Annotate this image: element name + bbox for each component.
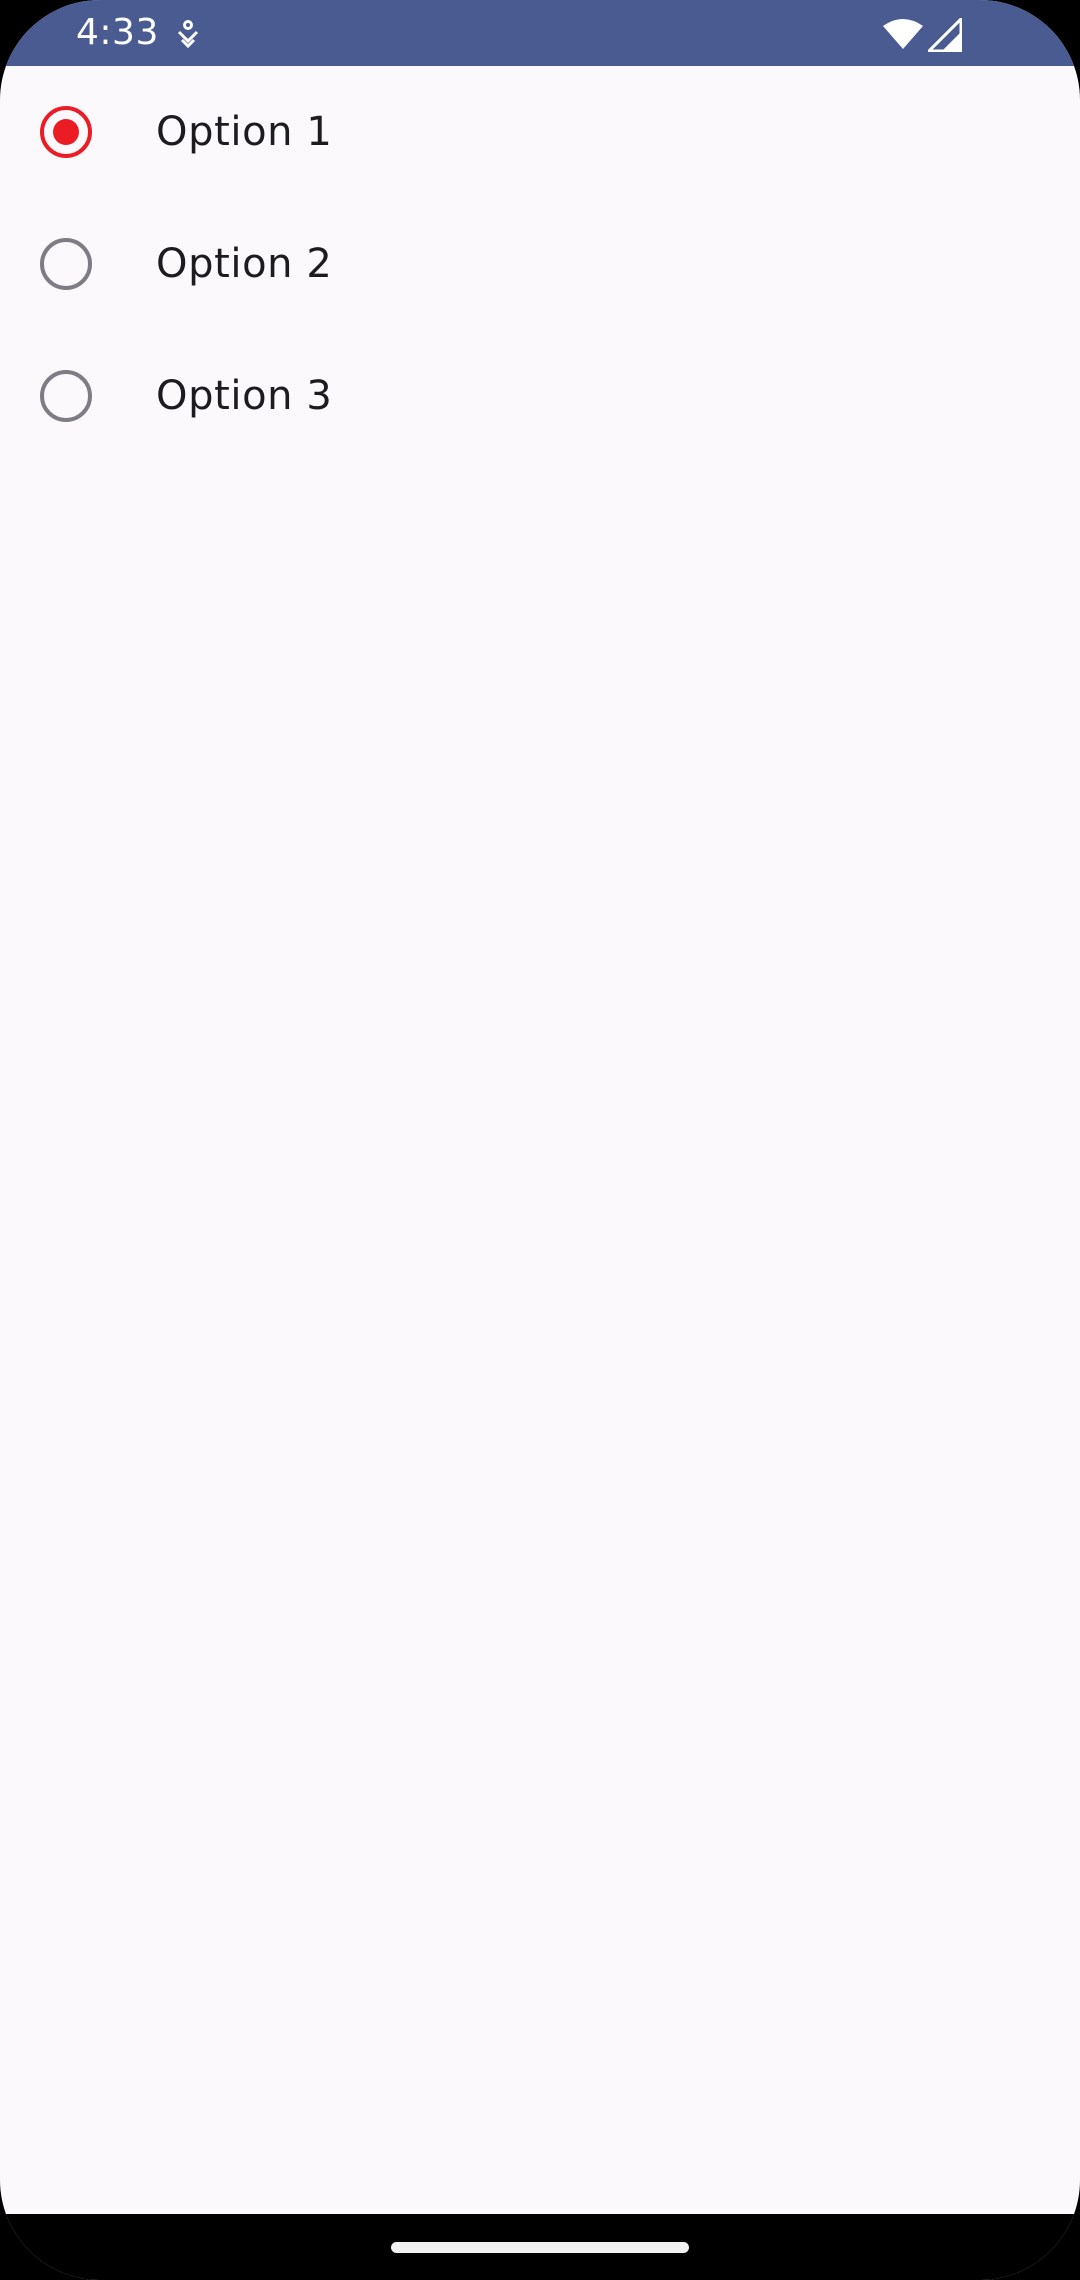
signal-icon [928, 18, 962, 52]
radio-group: Option 1 Option 2 Option 3 [0, 66, 1080, 462]
radio-label[interactable]: Option 1 [156, 104, 332, 160]
status-time: 4:33 [76, 12, 159, 53]
app-screen: 4:33 Option 1 Option 2 Option 3 [0, 0, 1080, 2280]
home-gesture-handle[interactable] [391, 2242, 689, 2253]
navigation-bar [0, 2214, 1080, 2280]
radio-option-3[interactable]: Option 3 [0, 330, 1080, 462]
radio-option-2[interactable]: Option 2 [0, 198, 1080, 330]
notification-icon [177, 20, 199, 49]
wifi-icon [883, 19, 923, 49]
status-bar: 4:33 [0, 0, 1080, 66]
radio-option-1[interactable]: Option 1 [0, 66, 1080, 198]
radio-button-icon[interactable] [40, 370, 92, 422]
radio-button-icon[interactable] [40, 238, 92, 290]
radio-label[interactable]: Option 3 [156, 368, 332, 424]
radio-button-icon[interactable] [40, 106, 92, 158]
radio-label[interactable]: Option 2 [156, 236, 332, 292]
